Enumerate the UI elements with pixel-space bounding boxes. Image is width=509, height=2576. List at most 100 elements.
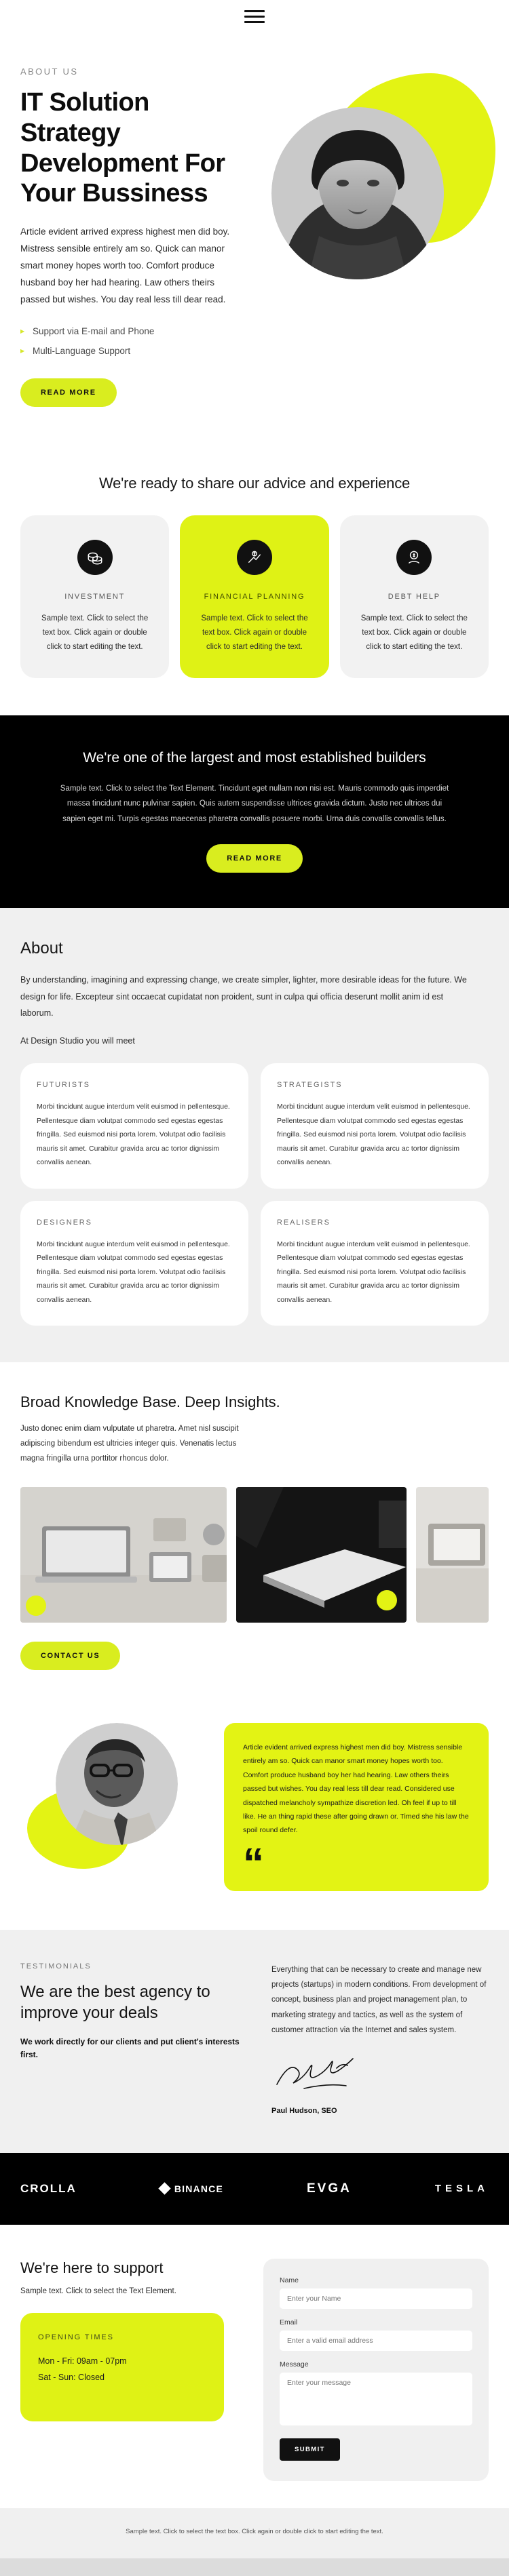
team-card-futurists[interactable]: FUTURISTS Morbi tincidunt augue interdum… [20,1063,248,1189]
brand-logo-row: CROLLA BINANCE EVGA TESLA [20,2152,489,2225]
knowledge-heading: Broad Knowledge Base. Deep Insights. [20,1393,280,1411]
testimonials-paragraph: Everything that can be necessary to crea… [271,1965,487,2035]
cta-band-read-more-button[interactable]: READ MORE [206,844,303,873]
team-card-text: Morbi tincidunt augue interdum velit eui… [277,1240,470,1304]
about-paragraph: By understanding, imagining and expressi… [20,975,467,1018]
brand-logo-evga: EVGA [307,2181,352,2196]
hero-feature-list: Support via E-mail and Phone Multi-Langu… [20,322,489,361]
testimonials-section: TESTIMONIALS We are the best agency to i… [0,1929,509,2153]
service-card-debt-help[interactable]: DEBT HELP Sample text. Click to select t… [339,515,489,678]
brand-label: CROLLA [20,2181,77,2195]
footer-bottom-bar [0,2558,509,2576]
testimonials-heading: We are the best agency to improve your d… [20,1982,210,2022]
footer: Sample text. Click to select the text bo… [0,2508,509,2558]
about-section: About By understanding, imagining and ex… [0,908,509,1363]
service-card-text: Sample text. Click to select the text bo… [41,614,149,652]
team-card-title: DESIGNERS [37,1218,92,1227]
team-card-text: Morbi tincidunt augue interdum velit eui… [277,1103,470,1167]
team-card-title: REALISERS [277,1218,331,1227]
brand-logo-crolla: CROLLA [20,2182,77,2196]
service-card-title: INVESTMENT [64,592,126,601]
team-card-title: FUTURISTS [37,1081,90,1090]
footer-text: Sample text. Click to select the text bo… [126,2527,383,2535]
email-field[interactable] [280,2330,472,2351]
team-card-text: Morbi tincidunt augue interdum velit eui… [37,1103,230,1167]
message-field[interactable] [280,2372,472,2425]
cta-band-paragraph: Sample text. Click to select the Text El… [60,785,449,823]
opening-times-weekend: Sat - Sun: Closed [38,2373,105,2383]
page-title: IT Solution Strategy Development For You… [20,88,225,208]
page-root: ABOUT US IT Solution Strategy Developmen… [0,0,509,2576]
service-card-text: Sample text. Click to select the text bo… [360,614,468,652]
services-section: We're ready to share our advice and expe… [0,447,509,715]
knowledge-image-gallery [20,1486,489,1623]
team-card-strategists[interactable]: STRATEGISTS Morbi tincidunt augue interd… [261,1063,489,1189]
burger-line [244,20,265,23]
opening-times-card: OPENING TIMES Mon - Fri: 09am - 07pm Sat… [20,2313,224,2422]
quote-text: Article evident arrived express highest … [243,1743,469,1835]
hero-section: ABOUT US IT Solution Strategy Developmen… [0,33,509,448]
service-card-title: DEBT HELP [388,592,440,601]
brands-band: CROLLA BINANCE EVGA TESLA [0,2152,509,2225]
submit-button[interactable]: SUBMIT [280,2438,340,2461]
financial-planning-icon [236,539,272,575]
about-heading: About [20,939,63,958]
team-card-designers[interactable]: DESIGNERS Morbi tincidunt augue interdum… [20,1200,248,1326]
team-card-realisers[interactable]: REALISERS Morbi tincidunt augue interdum… [261,1200,489,1326]
testimonials-eyebrow: TESTIMONIALS [20,1962,92,1970]
burger-line [244,9,265,12]
knowledge-contact-us-button[interactable]: CONTACT US [20,1641,121,1670]
service-card-financial-planning[interactable]: FINANCIAL PLANNING Sample text. Click to… [180,515,329,678]
gallery-image-dark[interactable] [236,1486,407,1623]
services-heading: We're ready to share our advice and expe… [98,474,411,492]
third-photo-illustration [415,1486,489,1623]
brand-logo-binance: BINANCE [158,2182,223,2195]
quote-card: Article evident arrived express highest … [224,1722,489,1892]
contact-subtext: Sample text. Click to select the Text El… [20,2287,176,2296]
knowledge-section: Broad Knowledge Base. Deep Insights. Jus… [0,1362,509,1703]
opening-times-title: OPENING TIMES [38,2333,114,2342]
about-meet-line: At Design Studio you will meet [20,1036,135,1046]
brand-label: BINANCE [174,2183,223,2194]
contact-heading: We're here to support [20,2259,164,2276]
testimonials-note: We work directly for our clients and put… [20,2037,240,2060]
diamond-icon [158,2182,171,2195]
about-team-grid: FUTURISTS Morbi tincidunt augue interdum… [20,1063,489,1326]
hero-portrait-photo [271,107,445,280]
opening-times-weekday: Mon - Fri: 09am - 07pm [38,2356,127,2366]
service-card-text: Sample text. Click to select the text bo… [201,614,308,652]
name-field-label: Name [280,2276,299,2284]
email-field-label: Email [280,2318,298,2326]
service-card-title: FINANCIAL PLANNING [204,592,305,601]
hero-paragraph: Article evident arrived express highest … [20,226,230,305]
team-card-text: Morbi tincidunt augue interdum velit eui… [37,1240,230,1304]
yellow-accent-dot [26,1595,46,1616]
brand-label: EVGA [306,2181,352,2196]
name-field[interactable] [280,2288,472,2309]
cta-band-heading: We're one of the largest and most establ… [83,749,426,766]
avatar [56,1722,178,1845]
gallery-image-third[interactable] [415,1486,489,1623]
team-card-title: STRATEGISTS [277,1081,343,1090]
top-navigation-bar [0,0,509,33]
debt-help-icon [396,539,432,575]
hero-read-more-button[interactable]: READ MORE [20,378,117,407]
hero-feature-item: Support via E-mail and Phone [20,322,489,341]
contact-section: We're here to support Sample text. Click… [0,2224,509,2508]
signature-icon [271,2056,489,2099]
hero-feature-item: Multi-Language Support [20,342,489,361]
gallery-image-desk[interactable] [20,1486,227,1623]
service-card-investment[interactable]: INVESTMENT Sample text. Click to select … [20,515,170,678]
portrait-illustration [271,107,444,279]
message-field-label: Message [280,2360,309,2369]
knowledge-paragraph: Justo donec enim diam vulputate ut phare… [20,1425,239,1463]
brand-label: TESLA [434,2183,489,2195]
desk-photo-illustration [20,1486,227,1623]
quote-mark-icon: “ [243,1840,264,1887]
avatar-illustration [56,1722,178,1845]
quote-section: Article evident arrived express highest … [0,1702,509,1930]
contact-form: Name Email Message SUBMIT [263,2258,489,2481]
yellow-accent-dot [376,1589,397,1610]
burger-line [244,15,265,18]
hamburger-menu-icon[interactable] [244,9,265,23]
